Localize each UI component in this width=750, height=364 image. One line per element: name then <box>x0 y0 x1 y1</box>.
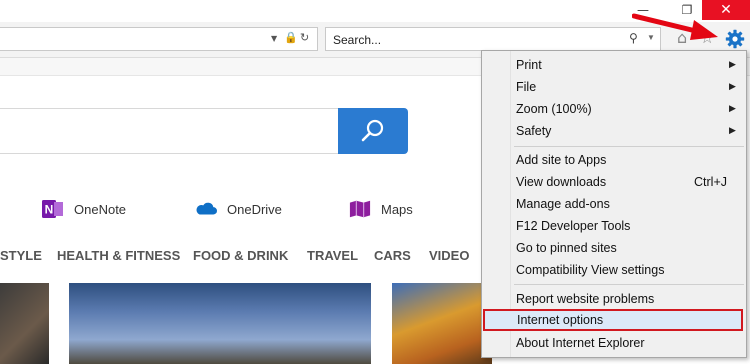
menu-item-safety[interactable]: Safety ▶ <box>482 120 746 142</box>
news-tile-image[interactable] <box>69 283 371 364</box>
menu-separator <box>514 146 744 147</box>
menu-item-label: F12 Developer Tools <box>516 219 631 233</box>
search-input[interactable]: Search... <box>333 33 381 47</box>
dropdown-caret-icon[interactable]: ▼ <box>271 34 277 43</box>
news-tile-image[interactable] <box>392 283 492 364</box>
onenote-icon: N <box>42 199 64 219</box>
menu-item-label: About Internet Explorer <box>516 336 645 350</box>
address-bar[interactable]: ▼ 🔒 ↻ <box>0 27 318 51</box>
menu-item-label: Add site to Apps <box>516 153 607 167</box>
menu-item-report-website-problems[interactable]: Report website problems <box>482 288 746 310</box>
menu-item-shortcut: Ctrl+J <box>694 175 727 189</box>
menu-item-internet-options[interactable]: Internet options <box>483 309 743 331</box>
menu-item-f12-developer-tools[interactable]: F12 Developer Tools <box>482 215 746 237</box>
submenu-arrow-icon: ▶ <box>729 59 736 69</box>
onedrive-icon <box>195 199 217 219</box>
refresh-icon[interactable]: ↻ <box>300 31 309 44</box>
menu-item-label: Internet options <box>517 313 604 327</box>
menu-item-print[interactable]: Print ▶ <box>482 54 746 76</box>
app-label: Maps <box>381 201 413 217</box>
annotation-arrow-icon <box>632 13 718 40</box>
menu-item-label: Zoom (100%) <box>516 102 592 116</box>
svg-text:N: N <box>45 203 54 217</box>
nav-health-fitness[interactable]: HEALTH & FITNESS <box>57 248 180 263</box>
nav-style[interactable]: STYLE <box>0 248 42 263</box>
submenu-arrow-icon: ▶ <box>729 125 736 135</box>
menu-item-go-to-pinned-sites[interactable]: Go to pinned sites <box>482 237 746 259</box>
menu-item-label: Go to pinned sites <box>516 241 617 255</box>
menu-item-compatibility-view-settings[interactable]: Compatibility View settings <box>482 259 746 281</box>
menu-item-label: Manage add-ons <box>516 197 610 211</box>
menu-item-view-downloads[interactable]: View downloads Ctrl+J <box>482 171 746 193</box>
menu-item-label: Report website problems <box>516 292 655 306</box>
page-search-input[interactable] <box>0 108 340 154</box>
menu-item-about-internet-explorer[interactable]: About Internet Explorer <box>482 332 746 354</box>
app-label: OneDrive <box>227 201 282 217</box>
app-maps[interactable]: Maps <box>349 198 413 220</box>
gear-icon[interactable] <box>724 28 746 50</box>
menu-item-add-site-to-apps[interactable]: Add site to Apps <box>482 149 746 171</box>
submenu-arrow-icon: ▶ <box>729 81 736 91</box>
lock-icon[interactable]: 🔒 <box>284 31 298 44</box>
app-onenote[interactable]: N OneNote <box>42 198 126 220</box>
menu-item-file[interactable]: File ▶ <box>482 76 746 98</box>
nav-cars[interactable]: CARS <box>374 248 411 263</box>
tools-menu: Print ▶ File ▶ Zoom (100%) ▶ Safety ▶ Ad… <box>481 50 747 358</box>
app-onedrive[interactable]: OneDrive <box>195 198 282 220</box>
menu-item-label: Print <box>516 58 542 72</box>
search-icon <box>361 119 384 142</box>
menu-item-label: Compatibility View settings <box>516 263 665 277</box>
page-search-button[interactable] <box>338 108 408 154</box>
search-box[interactable]: Search... ⚲ ▼ <box>325 27 661 51</box>
maps-icon <box>349 199 371 219</box>
menu-item-label: View downloads <box>516 175 607 189</box>
menu-item-label: Safety <box>516 124 552 138</box>
submenu-arrow-icon: ▶ <box>729 103 736 113</box>
menu-item-manage-add-ons[interactable]: Manage add-ons <box>482 193 746 215</box>
app-label: OneNote <box>74 201 127 217</box>
nav-food-drink[interactable]: FOOD & DRINK <box>193 248 288 263</box>
menu-separator <box>514 284 744 285</box>
menu-item-label: File <box>516 80 537 94</box>
nav-travel[interactable]: TRAVEL <box>307 248 358 263</box>
news-tile-image[interactable] <box>0 283 49 364</box>
menu-item-zoom[interactable]: Zoom (100%) ▶ <box>482 98 746 120</box>
nav-video[interactable]: VIDEO <box>429 248 469 263</box>
